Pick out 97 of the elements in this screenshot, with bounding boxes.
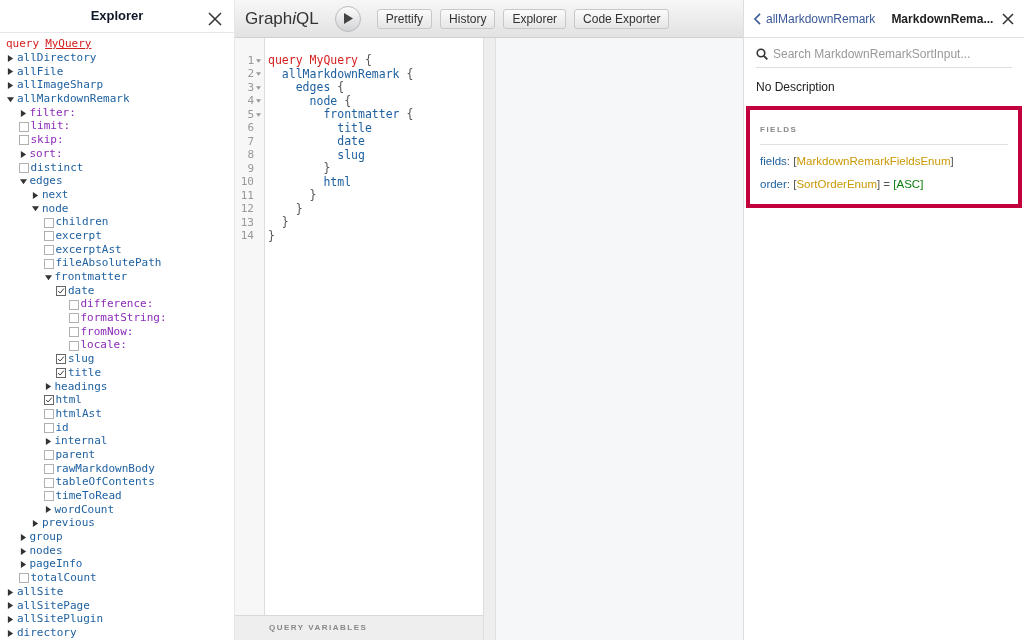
docs-title: MarkdownRema... [891, 10, 994, 28]
checkbox[interactable] [68, 313, 79, 324]
fold-arrow-icon[interactable] [256, 85, 261, 90]
line-number: 5 [247, 106, 254, 123]
fold-arrow-icon[interactable] [256, 112, 261, 117]
checkbox[interactable] [43, 244, 54, 255]
caret-right-icon[interactable] [19, 547, 27, 555]
toolbar-button[interactable]: Prettify [376, 8, 433, 29]
checkbox[interactable] [43, 217, 54, 228]
caret-down-icon[interactable] [19, 177, 27, 185]
checkbox[interactable] [56, 354, 66, 365]
search-icon [756, 47, 768, 60]
caret-right-icon[interactable] [44, 438, 52, 446]
checkbox[interactable] [18, 573, 29, 584]
checkbox[interactable] [68, 340, 79, 351]
line-number: 6 [247, 120, 254, 136]
checkbox[interactable] [56, 368, 66, 379]
code-line: date [336, 135, 366, 149]
description-text: No Description [756, 79, 836, 96]
code-line: html [322, 175, 353, 189]
caret-right-icon[interactable] [32, 520, 39, 528]
query-keyword: query [6, 36, 40, 53]
code-line: query MyQuery { [268, 54, 373, 68]
checkbox[interactable] [43, 231, 54, 242]
field-entry[interactable]: fields: [MarkdownRemarkFieldsEnum] [760, 153, 1008, 171]
line-number: 12 [240, 201, 254, 217]
fold-arrow-icon[interactable] [256, 99, 261, 104]
checkbox[interactable] [56, 285, 66, 296]
close-button[interactable] [1002, 12, 1014, 25]
caret-right-icon[interactable] [19, 109, 27, 117]
line-number: 4 [247, 93, 254, 109]
code-line: } [268, 229, 276, 243]
line-number: 8 [247, 147, 254, 163]
section-title: FIELDS [760, 124, 1008, 145]
line-number: 3 [247, 79, 254, 96]
line-number: 1 [247, 52, 254, 69]
code-line: edges { [294, 81, 346, 95]
caret-down-icon[interactable] [7, 95, 14, 103]
close-button[interactable] [208, 12, 222, 26]
caret-right-icon[interactable] [7, 615, 14, 623]
checkbox[interactable] [43, 422, 54, 433]
code-line: } [322, 162, 332, 176]
back-link[interactable]: allMarkdownRemark [754, 9, 876, 28]
line-number: 13 [240, 214, 254, 231]
chevron-left-icon [754, 12, 761, 25]
checkbox[interactable] [43, 463, 54, 474]
caret-right-icon[interactable] [19, 561, 27, 569]
checkbox[interactable] [43, 450, 54, 461]
line-number: 2 [247, 66, 254, 82]
caret-right-icon[interactable] [19, 533, 27, 541]
caret-right-icon[interactable] [7, 629, 14, 637]
line-number: 9 [247, 160, 254, 177]
code-line: } [308, 189, 318, 203]
caret-right-icon[interactable] [7, 68, 14, 76]
fold-arrow-icon[interactable] [256, 72, 261, 77]
checkbox[interactable] [18, 135, 29, 146]
checkbox[interactable] [43, 409, 54, 420]
code-line: node { [309, 94, 353, 108]
caret-right-icon[interactable] [7, 588, 14, 596]
caret-right-icon[interactable] [44, 506, 52, 514]
code-line: allMarkdownRemark { [281, 67, 414, 81]
code-line: } [280, 216, 290, 230]
play-icon [344, 13, 354, 24]
toolbar-button[interactable]: Code Exporter [574, 8, 670, 29]
checkbox[interactable] [43, 491, 54, 502]
app-logo: GraphiQL [245, 7, 319, 30]
fold-arrow-icon[interactable] [256, 58, 261, 63]
checkbox[interactable] [43, 477, 54, 488]
toolbar-button[interactable]: History [440, 8, 496, 29]
line-number: 10 [240, 174, 254, 190]
line-number: 14 [240, 228, 254, 244]
caret-right-icon[interactable] [7, 82, 14, 90]
explorer-title: Explorer [90, 7, 144, 26]
caret-down-icon[interactable] [32, 205, 39, 213]
code-line: } [294, 202, 304, 216]
code-line: title [336, 121, 373, 135]
field-entry[interactable]: order: [SortOrderEnum] = [ASC] [760, 176, 1008, 194]
code-line: slug [336, 148, 366, 162]
line-number: 11 [240, 187, 254, 204]
checkbox[interactable] [18, 162, 29, 173]
run-button[interactable] [334, 5, 361, 32]
line-number: 7 [247, 133, 254, 150]
caret-right-icon[interactable] [7, 602, 14, 610]
checkbox[interactable] [68, 299, 79, 310]
checkbox[interactable] [68, 327, 79, 338]
checkbox[interactable] [18, 121, 29, 132]
toolbar-button[interactable]: Explorer [503, 8, 567, 29]
search-field[interactable]: Search MarkdownRemarkSortInput... [773, 44, 1012, 63]
checkbox[interactable] [43, 395, 54, 406]
caret-right-icon[interactable] [32, 191, 39, 199]
caret-down-icon[interactable] [44, 273, 52, 281]
caret-right-icon[interactable] [7, 54, 14, 62]
checkbox[interactable] [43, 258, 54, 269]
operation-name[interactable]: MyQuery [45, 36, 92, 53]
caret-right-icon[interactable] [19, 150, 27, 158]
code-line: frontmatter { [322, 108, 414, 122]
caret-right-icon[interactable] [44, 383, 52, 391]
